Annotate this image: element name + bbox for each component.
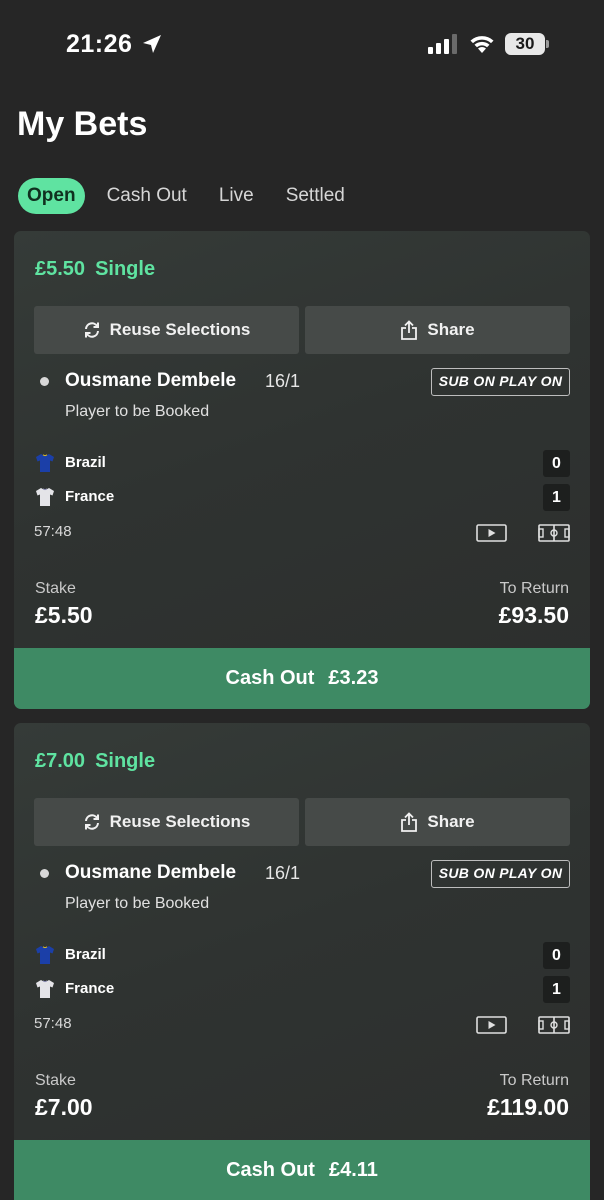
selection-dot [40,377,49,386]
home-team-name: Brazil [65,946,106,963]
bet-amount: £5.50 [35,258,86,280]
status-time: 21:26 [66,30,133,58]
away-team-name: France [65,488,115,505]
stake-value: £7.00 [35,1094,93,1120]
away-score: 1 [543,484,570,511]
reuse-selections-button[interactable]: Reuse Selections [34,306,299,354]
bet-header: £5.50 Single [35,258,155,281]
match-clock: 57:48 [34,1015,72,1032]
status-bar: 21:26 30 [0,0,604,90]
selection-odds: 16/1 [265,371,301,391]
sub-on-play-on-badge: SUB ON PLAY ON [431,368,570,396]
bet-amount: £7.00 [35,750,86,772]
team-row-away: France 1 [34,976,570,1004]
bet-tabs: Open Cash Out Live Settled [18,178,377,214]
selection-odds: 16/1 [265,863,301,883]
cash-out-button[interactable]: Cash Out £3.23 [14,648,590,709]
video-play-icon[interactable] [476,1015,507,1035]
away-score: 1 [543,976,570,1003]
page-title: My Bets [17,105,148,143]
shirt-icon [36,980,54,998]
share-label: Share [427,320,475,339]
cash-out-amount: £3.23 [328,667,379,689]
battery-nub [546,40,549,48]
pitch-icon[interactable] [538,523,570,543]
team-row-home: Brazil 0 [34,942,570,970]
bet-card: £7.00 Single Reuse Selections Share Ousma… [14,723,590,1200]
battery-level: 30 [505,33,545,55]
to-return-value: £93.50 [498,602,569,628]
selection-dot [40,869,49,878]
tab-live[interactable]: Live [219,185,254,207]
stake-label: Stake [35,580,76,597]
tab-open[interactable]: Open [18,178,85,214]
team-row-home: Brazil 0 [34,450,570,478]
shirt-icon [36,946,54,964]
reuse-selections-label: Reuse Selections [109,320,251,339]
to-return-label: To Return [499,580,569,597]
cash-out-label: Cash Out [226,1158,315,1181]
share-button[interactable]: Share [305,798,570,846]
bet-header: £7.00 Single [35,750,155,773]
battery-indicator: 30 [505,33,549,55]
cash-out-amount: £4.11 [328,1158,378,1181]
market-name: Player to be Booked [65,895,210,912]
home-score: 0 [543,450,570,477]
cellular-signal-icon [428,34,457,54]
wifi-icon [470,36,494,53]
match-clock: 57:48 [34,523,72,540]
pitch-icon[interactable] [538,1015,570,1035]
selection-name: Ousmane Dembele [65,370,237,391]
share-icon [401,812,418,832]
reuse-selections-button[interactable]: Reuse Selections [34,798,299,846]
location-arrow-icon [143,35,161,53]
share-icon [401,320,418,340]
video-play-icon[interactable] [476,523,507,543]
refresh-icon [84,322,99,338]
team-row-away: France 1 [34,484,570,512]
reuse-selections-label: Reuse Selections [109,812,251,831]
selection-name: Ousmane Dembele [65,862,237,883]
home-score: 0 [543,942,570,969]
shirt-icon [36,454,54,472]
sub-on-play-on-badge: SUB ON PLAY ON [431,860,570,888]
bet-card: £5.50 Single Reuse Selections Share Ousma… [14,231,590,709]
shirt-icon [36,488,54,506]
bet-type: Single [95,750,156,772]
to-return-value: £119.00 [487,1094,569,1120]
refresh-icon [84,814,99,830]
tab-cash-out[interactable]: Cash Out [107,185,187,207]
share-label: Share [427,812,475,831]
share-button[interactable]: Share [305,306,570,354]
away-team-name: France [65,980,115,997]
tab-settled[interactable]: Settled [286,185,345,207]
stake-value: £5.50 [35,602,93,628]
market-name: Player to be Booked [65,403,210,420]
home-team-name: Brazil [65,454,106,471]
to-return-label: To Return [499,1072,569,1089]
bet-type: Single [95,258,156,280]
stake-label: Stake [35,1072,76,1089]
cash-out-button[interactable]: Cash Out £4.11 [14,1140,590,1200]
cash-out-label: Cash Out [225,667,315,689]
